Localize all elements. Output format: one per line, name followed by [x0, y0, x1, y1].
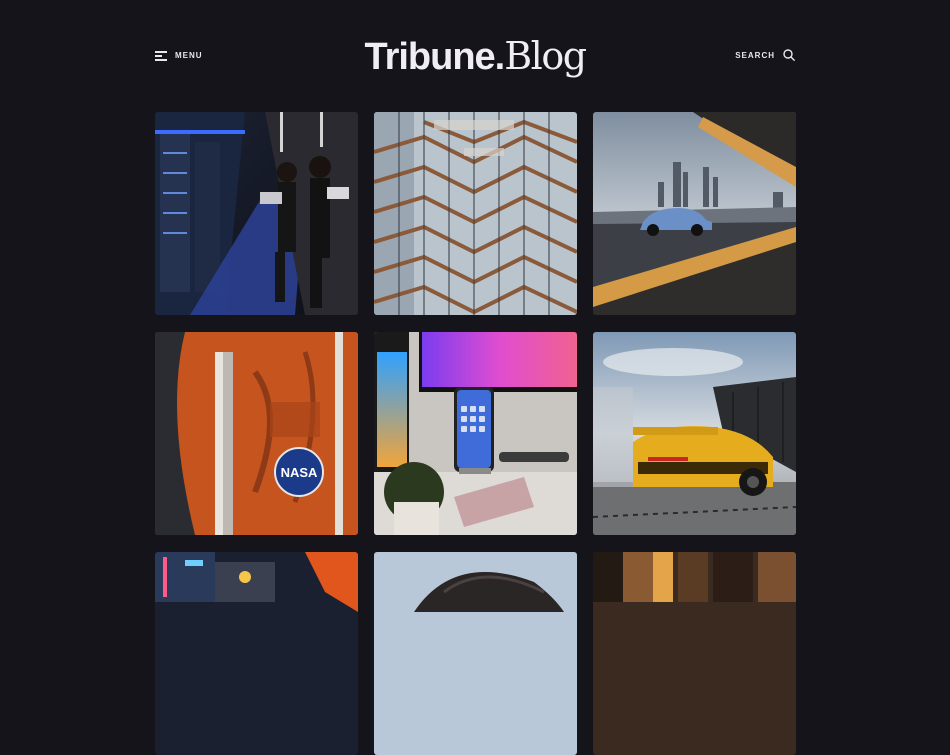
logo-wordmark: Tribune.: [364, 36, 505, 78]
post-card[interactable]: [374, 552, 577, 755]
post-image: [593, 552, 796, 755]
search-button[interactable]: SEARCH: [735, 49, 795, 61]
post-card[interactable]: [593, 332, 796, 535]
post-card[interactable]: [155, 112, 358, 315]
post-card[interactable]: [593, 112, 796, 315]
post-image: [155, 552, 358, 755]
site-logo[interactable]: Tribune.Blog: [0, 34, 950, 79]
logo-wordmark-suffix: Blog: [504, 34, 587, 78]
site-header: MENU Tribune.Blog SEARCH: [0, 0, 950, 110]
post-image: [593, 332, 796, 535]
post-image: [155, 112, 358, 315]
search-icon: [783, 49, 795, 61]
post-card[interactable]: [593, 552, 796, 755]
post-card[interactable]: [374, 332, 577, 535]
post-card[interactable]: [155, 552, 358, 755]
post-image: [374, 552, 577, 755]
post-card[interactable]: [374, 112, 577, 315]
post-grid: NASA: [155, 112, 796, 755]
post-card[interactable]: NASA: [155, 332, 358, 535]
search-label: SEARCH: [735, 50, 775, 60]
post-image: [374, 112, 577, 315]
nasa-patch-text: NASA: [281, 465, 318, 480]
post-image: [374, 332, 577, 535]
post-image: [593, 112, 796, 315]
post-image: NASA: [155, 332, 358, 535]
